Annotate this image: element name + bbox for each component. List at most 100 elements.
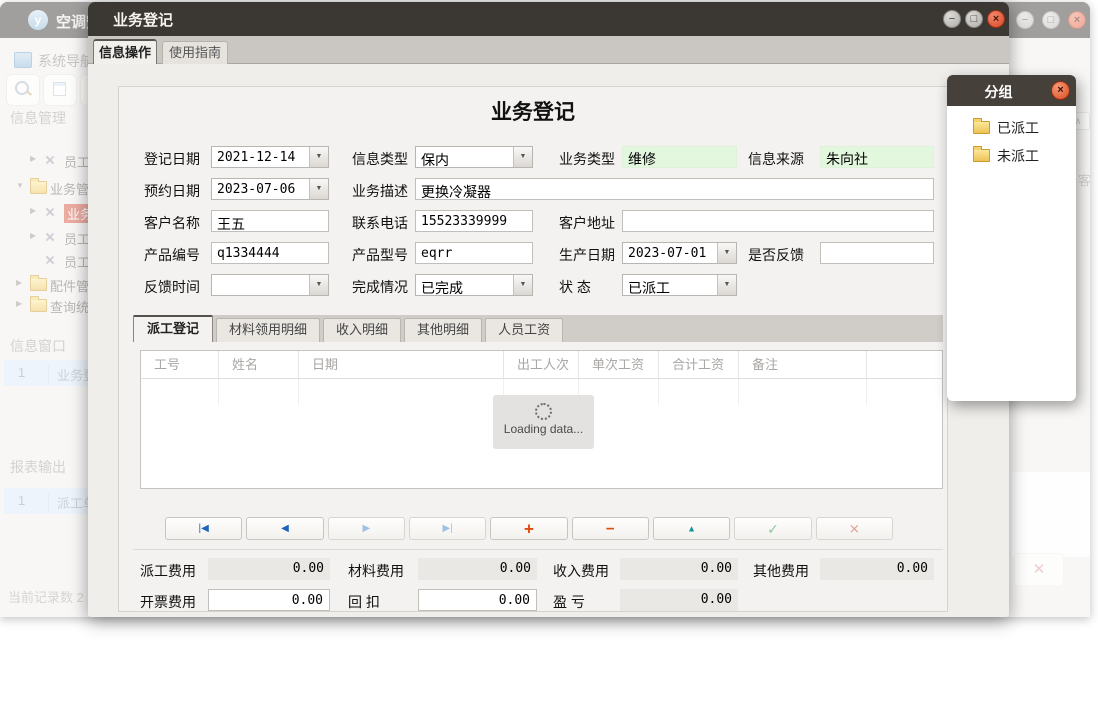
customer-name-label: 客户名称	[144, 213, 200, 233]
first-record-icon: |◀	[166, 524, 241, 534]
chevron-down-icon[interactable]: ▼	[717, 275, 736, 295]
delete-record-button[interactable]: −	[572, 517, 649, 540]
chevron-down-icon[interactable]: ▼	[513, 275, 532, 295]
group-panel-close-button[interactable]: ×	[1051, 81, 1070, 100]
group-item-label[interactable]: 未派工	[997, 146, 1039, 166]
column-header[interactable]: 出工人次	[504, 351, 579, 378]
screen: y 空调安装维 − □ × 系统导航 信息管理 ▶员工▼业务管▶业务▶员工员工▶…	[0, 0, 1098, 705]
invoice-fee-input[interactable]: 0.00	[208, 589, 330, 611]
group-item-label[interactable]: 已派工	[997, 118, 1039, 138]
empty-cell	[739, 379, 867, 405]
customer-name-field[interactable]: 王五	[211, 210, 329, 232]
cancel-edit-icon: ✕	[817, 522, 892, 535]
column-header[interactable]: 备注	[739, 351, 867, 378]
edit-record-icon: ▲	[654, 524, 729, 533]
info-type-select[interactable]: 保内▼	[415, 146, 533, 168]
feedback-flag-field[interactable]	[820, 242, 934, 264]
prior-record-icon: ◀	[247, 524, 322, 534]
appoint-date-label: 预约日期	[144, 181, 200, 201]
group-item[interactable]: 未派工	[947, 142, 1076, 169]
last-record-button[interactable]: ▶|	[409, 517, 486, 540]
post-edit-button[interactable]: ✓	[734, 517, 811, 540]
last-record-icon: ▶|	[410, 524, 485, 534]
customer-addr-field[interactable]	[622, 210, 934, 232]
info-source-field[interactable]: 朱向社	[820, 146, 934, 168]
produce-date-label: 生产日期	[559, 245, 615, 265]
dispatch-fee-label: 派工费用	[140, 561, 196, 581]
folder-icon	[973, 149, 990, 162]
column-header[interactable]: 单次工资	[579, 351, 659, 378]
chevron-down-icon[interactable]: ▼	[309, 179, 328, 199]
rebate-label: 回 扣	[348, 592, 380, 612]
tab-user-guide[interactable]: 使用指南	[162, 41, 228, 64]
dialog-close-button[interactable]: ×	[987, 10, 1005, 28]
business-type-label: 业务类型	[559, 149, 615, 169]
register-date-label: 登记日期	[144, 149, 200, 169]
detail-tab-3[interactable]: 其他明细	[404, 318, 482, 342]
feedback-time-select[interactable]: ▼	[211, 274, 329, 296]
prior-record-button[interactable]: ◀	[246, 517, 323, 540]
dialog-maximize-button[interactable]: □	[965, 10, 983, 28]
chevron-down-icon[interactable]: ▼	[513, 147, 532, 167]
business-desc-label: 业务描述	[352, 181, 408, 201]
product-no-field[interactable]: q1334444	[211, 242, 329, 264]
status-label: 状 态	[559, 277, 591, 297]
detail-tab-4[interactable]: 人员工资	[485, 318, 563, 342]
dialog-tabstrip: 信息操作 使用指南	[88, 36, 1009, 64]
chevron-down-icon[interactable]: ▼	[717, 243, 736, 263]
first-record-button[interactable]: |◀	[165, 517, 242, 540]
other-fee-value: 0.00	[820, 558, 934, 580]
record-navigator: |◀ ◀ ▶ ▶| +−▲ ✓ ✕	[165, 517, 893, 540]
post-edit-icon: ✓	[735, 522, 810, 536]
column-header[interactable]: 工号	[141, 351, 219, 378]
product-model-field[interactable]: eqrr	[415, 242, 533, 264]
cancel-edit-button[interactable]: ✕	[816, 517, 893, 540]
dialog-minimize-button[interactable]: −	[943, 10, 961, 28]
column-header[interactable]: 合计工资	[659, 351, 739, 378]
business-type-field[interactable]: 维修	[622, 146, 737, 168]
product-model-label: 产品型号	[352, 245, 408, 265]
column-header-filler	[867, 351, 942, 378]
dispatch-fee-value: 0.00	[208, 558, 330, 580]
dispatch-grid[interactable]: 工号姓名日期出工人次单次工资合计工资备注 Loading data...	[140, 350, 943, 489]
next-record-icon: ▶	[329, 524, 404, 534]
income-fee-label: 收入费用	[553, 561, 609, 581]
business-register-dialog: 业务登记 − □ × 信息操作 使用指南 业务登记 登记日期 2021-12-1…	[88, 2, 1009, 617]
empty-cell	[299, 379, 504, 405]
completion-select[interactable]: 已完成▼	[415, 274, 533, 296]
empty-cell	[141, 379, 219, 405]
detail-tab-1[interactable]: 材料领用明细	[216, 318, 320, 342]
business-desc-field[interactable]: 更换冷凝器	[415, 178, 934, 200]
phone-field[interactable]: 15523339999	[415, 210, 533, 232]
other-fee-label: 其他费用	[753, 561, 809, 581]
column-header[interactable]: 日期	[299, 351, 504, 378]
group-panel-header[interactable]: 分组 ×	[947, 75, 1076, 106]
income-fee-value: 0.00	[620, 558, 738, 580]
status-select[interactable]: 已派工▼	[622, 274, 737, 296]
detail-tab-0[interactable]: 派工登记	[133, 315, 213, 342]
detail-tab-2[interactable]: 收入明细	[323, 318, 401, 342]
info-source-label: 信息来源	[748, 149, 804, 169]
edit-record-button[interactable]: ▲	[653, 517, 730, 540]
form-title: 业务登记	[118, 96, 948, 126]
empty-cell	[659, 379, 739, 405]
tab-info-operation[interactable]: 信息操作	[93, 39, 157, 65]
feedback-flag-label: 是否反馈	[748, 245, 804, 265]
group-panel: 分组 × 已派工未派工	[947, 75, 1076, 401]
insert-record-button[interactable]: +	[490, 517, 567, 540]
chevron-down-icon[interactable]: ▼	[309, 275, 328, 295]
chevron-down-icon[interactable]: ▼	[309, 147, 328, 167]
insert-record-icon: +	[491, 520, 566, 537]
next-record-button[interactable]: ▶	[328, 517, 405, 540]
rebate-input[interactable]: 0.00	[418, 589, 537, 611]
dialog-titlebar[interactable]: 业务登记 − □ ×	[88, 2, 1009, 36]
spinner-icon	[535, 403, 552, 420]
empty-cell	[219, 379, 299, 405]
register-date-select[interactable]: 2021-12-14▼	[211, 146, 329, 168]
group-item[interactable]: 已派工	[947, 114, 1076, 141]
appoint-date-select[interactable]: 2023-07-06▼	[211, 178, 329, 200]
feedback-time-label: 反馈时间	[144, 277, 200, 297]
column-header[interactable]: 姓名	[219, 351, 299, 378]
produce-date-select[interactable]: 2023-07-01▼	[622, 242, 737, 264]
material-fee-value: 0.00	[418, 558, 537, 580]
